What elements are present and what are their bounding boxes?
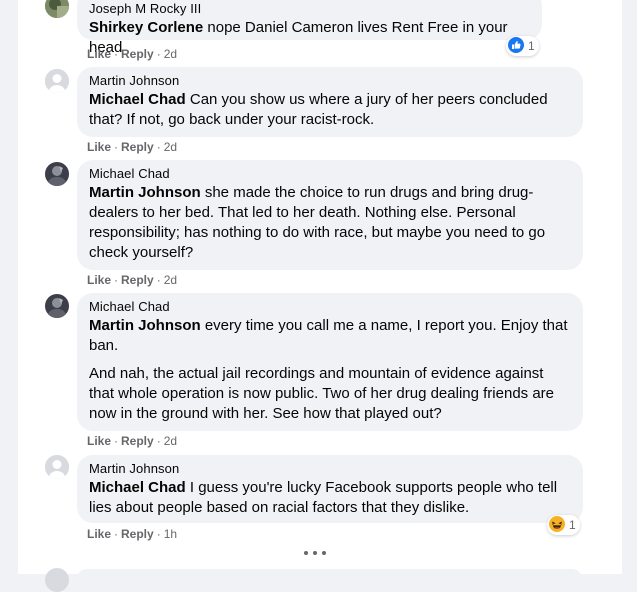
comment-text: Michael Chad Can you show us where a jur… xyxy=(89,91,548,128)
comment-actions-1: Like · Reply · 2d xyxy=(87,47,178,61)
mention-link[interactable]: Michael Chad xyxy=(89,479,186,496)
comment-author[interactable]: Martin Johnson xyxy=(89,73,571,89)
comment-timestamp[interactable]: 2d xyxy=(164,273,177,287)
comment-text: Martin Johnson she made the choice to ru… xyxy=(89,184,546,261)
reaction-count: 1 xyxy=(569,518,576,532)
mention-link[interactable]: Shirkey Corlene xyxy=(89,19,203,36)
reaction-badge[interactable]: 1 xyxy=(506,36,539,56)
comment-text-paragraph: And nah, the actual jail recordings and … xyxy=(89,365,555,422)
reply-button[interactable]: Reply xyxy=(121,140,154,154)
laughing-face-icon xyxy=(549,515,565,535)
reaction-badge[interactable]: 1 xyxy=(547,515,580,535)
comment-timestamp[interactable]: 2d xyxy=(164,47,177,61)
avatar-next-comment[interactable] xyxy=(45,568,69,592)
mention-link[interactable]: Michael Chad xyxy=(89,91,186,108)
reply-button[interactable]: Reply xyxy=(121,434,154,448)
comment-text: Michael Chad I guess you're lucky Facebo… xyxy=(89,479,558,516)
reply-button[interactable]: Reply xyxy=(121,47,154,61)
like-button[interactable]: Like xyxy=(87,140,111,154)
comment-bubble-2: Martin Johnson Michael Chad Can you show… xyxy=(77,67,583,137)
comment-timestamp[interactable]: 2d xyxy=(164,140,177,154)
thumbs-up-icon xyxy=(508,36,524,56)
comment-author[interactable]: Joseph M Rocky III xyxy=(89,1,530,17)
comment-author[interactable]: Michael Chad xyxy=(89,166,571,182)
comment-bubble-5: Martin Johnson Michael Chad I guess you'… xyxy=(77,455,583,523)
comment-timestamp[interactable]: 2d xyxy=(164,434,177,448)
reaction-count: 1 xyxy=(528,39,535,53)
comment-actions-4: Like · Reply · 2d xyxy=(87,434,178,448)
comment-bubble-3: Michael Chad Martin Johnson she made the… xyxy=(77,160,583,270)
comment-bubble-1: Joseph M Rocky III Shirkey Corlene nope … xyxy=(77,0,542,56)
comment-timestamp[interactable]: 1h xyxy=(164,527,177,541)
reply-button[interactable]: Reply xyxy=(121,273,154,287)
like-button[interactable]: Like xyxy=(87,527,111,541)
comment-bubble-next xyxy=(77,569,582,589)
more-options-icon[interactable] xyxy=(304,546,326,560)
comment-author[interactable]: Martin Johnson xyxy=(89,461,571,477)
like-button[interactable]: Like xyxy=(87,273,111,287)
avatar-martin-johnson[interactable] xyxy=(45,69,69,93)
comment-bubble-4: Michael Chad Martin Johnson every time y… xyxy=(77,293,583,431)
like-button[interactable]: Like xyxy=(87,47,111,61)
avatar-michael-chad[interactable] xyxy=(45,294,69,318)
comment-actions-5: Like · Reply · 1h xyxy=(87,527,178,541)
avatar-michael-chad[interactable] xyxy=(45,162,69,186)
mention-link[interactable]: Martin Johnson xyxy=(89,317,201,334)
comment-author[interactable]: Michael Chad xyxy=(89,299,571,315)
comment-text: Martin Johnson every time you call me a … xyxy=(89,317,568,354)
avatar-martin-johnson[interactable] xyxy=(45,455,69,479)
like-button[interactable]: Like xyxy=(87,434,111,448)
mention-link[interactable]: Martin Johnson xyxy=(89,184,201,201)
reply-button[interactable]: Reply xyxy=(121,527,154,541)
comment-actions-3: Like · Reply · 2d xyxy=(87,273,178,287)
comment-actions-2: Like · Reply · 2d xyxy=(87,140,178,154)
